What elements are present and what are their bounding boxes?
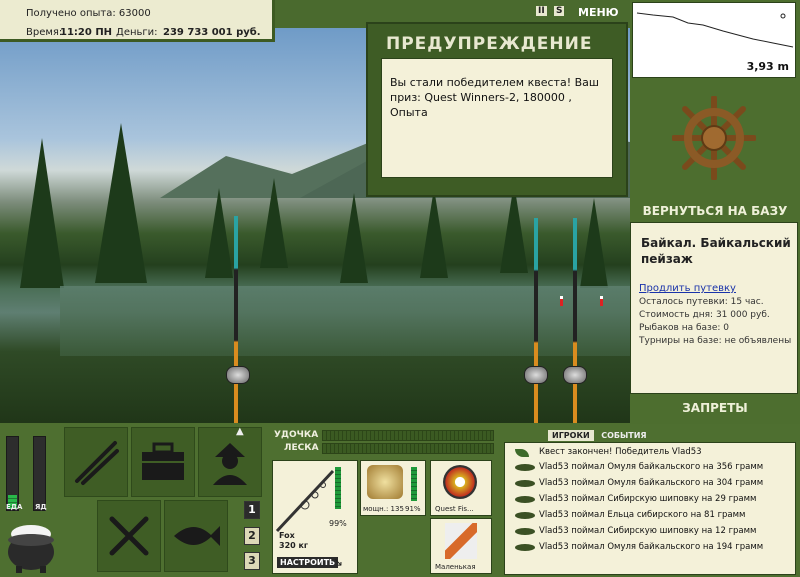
- rod-tension-label: УДОЧКА: [274, 430, 319, 440]
- fish-icon: [515, 480, 535, 487]
- depth-chart: 3,93 m: [632, 2, 796, 78]
- time-value: 11:20 ПН: [60, 27, 113, 38]
- tab-players[interactable]: ИГРОКИ: [548, 430, 594, 441]
- pause-button[interactable]: II: [536, 6, 547, 16]
- fish-icon: [515, 496, 535, 503]
- rod-percent: 99%: [329, 519, 347, 528]
- rod-weight: 320 кг: [279, 541, 309, 550]
- tackle-panel: УДОЧКА ЛЕСКА 99% Fox 320 кг НАСТРОИТЬ ↘ …: [268, 424, 496, 577]
- money-label: Деньги:: [116, 27, 158, 38]
- warning-dialog: ПРЕДУПРЕЖДЕНИЕ Вы стали победителем квес…: [366, 22, 628, 197]
- reel-power: мощн.: 135: [363, 505, 404, 513]
- leaf-icon: [515, 449, 529, 457]
- tree: [20, 138, 64, 288]
- experience-text: Получено опыта: 63000: [26, 8, 151, 19]
- float-2[interactable]: [600, 296, 603, 306]
- ticket-remaining: Осталось путевки: 15 час.: [639, 297, 764, 307]
- knife-fork-icon[interactable]: [97, 500, 161, 572]
- tree: [260, 178, 288, 268]
- bait-slot[interactable]: Маленькая: [430, 518, 492, 574]
- fishing-rod-1[interactable]: [234, 216, 238, 423]
- tree: [205, 188, 233, 278]
- day-cost: Стоимость дня: 31 000 руб.: [639, 310, 770, 320]
- time-label: Время:: [26, 27, 63, 38]
- tab-events[interactable]: СОБЫТИЯ: [597, 430, 650, 441]
- line-tension-label: ЛЕСКА: [284, 443, 319, 453]
- line-name: Quest Fis...: [435, 505, 474, 513]
- reel-durability-bar: [411, 467, 417, 501]
- poison-meter: [33, 436, 46, 511]
- list-item: Vlad53 поймал Омуля байкальского на 194 …: [539, 542, 764, 552]
- fish-icon[interactable]: [164, 500, 228, 572]
- list-item: Vlad53 поймал Сибирскую шиповку на 29 гр…: [539, 494, 757, 504]
- rod-tension-bar: [322, 430, 494, 441]
- player-info-bar: Получено опыта: 63000 Время: 11:20 ПН Де…: [0, 0, 275, 42]
- food-label: ЕДА: [6, 503, 23, 511]
- slot-button-1[interactable]: 1: [244, 501, 260, 519]
- chat-panel: ИГРОКИ СОБЫТИЯ Квест закончен! Победител…: [500, 424, 800, 577]
- base-info-card: Байкал. Байкальский пейзаж Продлить путе…: [630, 222, 798, 394]
- tree: [95, 123, 147, 283]
- rod-slot[interactable]: 99% Fox 320 кг НАСТРОИТЬ ↘: [272, 460, 358, 574]
- sound-button[interactable]: S: [554, 6, 565, 16]
- warning-message: Вы стали победителем квеста! Ваш приз: Q…: [381, 58, 613, 178]
- line-spool-icon: [443, 465, 477, 499]
- line-slot[interactable]: Quest Fis...: [430, 460, 492, 516]
- bait-image-icon: [445, 523, 477, 559]
- tree: [340, 193, 368, 283]
- cursor-arrow-icon: ▲: [236, 426, 244, 437]
- fishers-count: Рыбаков на базе: 0: [639, 323, 729, 333]
- reel-percent: 91%: [405, 505, 421, 513]
- chat-tabs: ИГРОКИ СОБЫТИЯ: [548, 428, 651, 441]
- cauldron-icon[interactable]: [4, 518, 58, 574]
- fishing-rods-icon[interactable]: [64, 427, 128, 497]
- list-item: Vlad53 поймал Омуля байкальского на 356 …: [539, 462, 764, 472]
- tournaments-info: Турниры на базе: не объявлены: [639, 336, 792, 346]
- warning-title: ПРЕДУПРЕЖДЕНИЕ: [386, 34, 593, 54]
- fish-icon: [515, 544, 535, 551]
- reel-image-icon: [367, 465, 403, 499]
- slot-button-2[interactable]: 2: [244, 527, 260, 545]
- rod-durability-bar: [335, 467, 341, 509]
- fish-icon: [515, 512, 535, 519]
- list-item: Vlad53 поймал Омуля байкальского на 304 …: [539, 478, 764, 488]
- food-meter: [6, 436, 19, 511]
- depth-value: 3,93 m: [746, 60, 789, 73]
- tackle-box-icon[interactable]: [131, 427, 195, 497]
- fishing-rod-3[interactable]: [573, 218, 577, 423]
- configure-button[interactable]: НАСТРОИТЬ: [277, 557, 339, 568]
- reel-3[interactable]: [563, 366, 587, 384]
- reel-slot[interactable]: мощн.: 135 91%: [360, 460, 426, 516]
- fish-icon: [515, 528, 535, 535]
- poison-label: ЯД: [35, 503, 47, 511]
- list-item: Квест закончен! Победитель Vlad53: [539, 447, 702, 457]
- ship-wheel-icon[interactable]: [671, 95, 757, 181]
- bans-button[interactable]: ЗАПРЕТЫ: [630, 401, 800, 415]
- events-list[interactable]: Квест закончен! Победитель Vlad53 Vlad53…: [504, 442, 796, 575]
- lake-water: [60, 286, 630, 356]
- reel-1[interactable]: [226, 366, 250, 384]
- base-name: Байкал. Байкальский пейзаж: [641, 236, 791, 266]
- resize-arrow-icon[interactable]: ↘: [333, 555, 343, 569]
- tree: [420, 188, 448, 278]
- fish-icon: [515, 464, 535, 471]
- extend-ticket-link[interactable]: Продлить путевку: [639, 283, 736, 294]
- list-item: Vlad53 поймал Сибирскую шиповку на 12 гр…: [539, 526, 757, 536]
- rod-name: Fox: [279, 531, 295, 540]
- line-tension-bar: [322, 443, 494, 454]
- slot-button-3[interactable]: 3: [244, 552, 260, 570]
- fishing-rod-2[interactable]: [534, 218, 538, 423]
- list-item: Vlad53 поймал Ельца сибирского на 81 гра…: [539, 510, 746, 520]
- float-1[interactable]: [560, 296, 563, 306]
- return-to-base-button[interactable]: ВЕРНУТЬСЯ НА БАЗУ: [630, 204, 800, 218]
- reel-2[interactable]: [524, 366, 548, 384]
- tree: [580, 198, 608, 288]
- money-value: 239 733 001 руб.: [163, 27, 261, 38]
- bait-name: Маленькая: [435, 563, 476, 571]
- fisherman-icon[interactable]: [198, 427, 262, 497]
- menu-button[interactable]: МЕНЮ: [578, 6, 619, 19]
